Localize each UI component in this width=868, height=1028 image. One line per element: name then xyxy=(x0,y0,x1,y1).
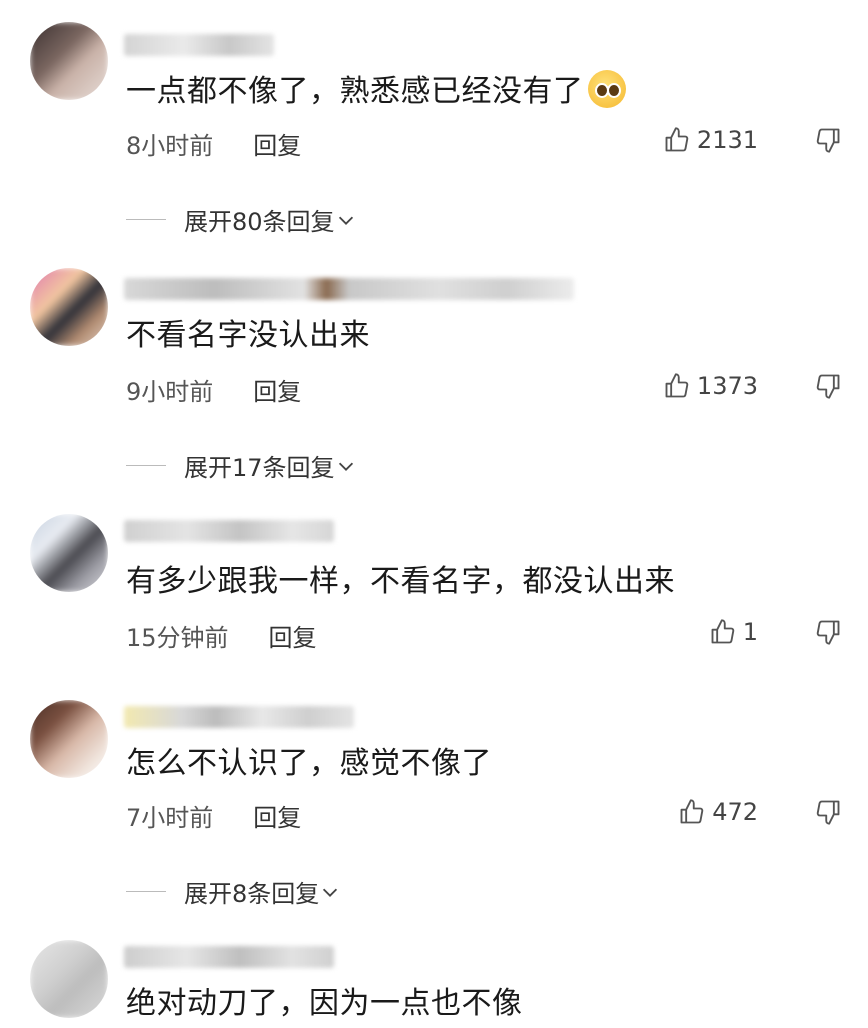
chevron-down-icon xyxy=(323,888,338,897)
expand-replies-button[interactable]: 展开17条回复 xyxy=(126,448,357,483)
divider-line xyxy=(126,465,166,466)
comment-meta: 7小时前 回复 xyxy=(126,798,301,833)
username-blurred[interactable] xyxy=(124,34,274,56)
like-count: 1 xyxy=(742,618,758,646)
expand-replies-label: 展开8条回复 xyxy=(184,880,320,908)
username-blurred[interactable] xyxy=(124,520,334,542)
timestamp: 15分钟前 xyxy=(126,624,229,652)
like-count: 472 xyxy=(712,798,758,826)
avatar[interactable] xyxy=(30,514,108,592)
like-count: 1373 xyxy=(696,372,758,400)
like-button[interactable]: 1373 xyxy=(663,372,758,400)
comment-text: 有多少跟我一样，不看名字，都没认出来 xyxy=(126,564,675,599)
expand-replies-button[interactable]: 展开80条回复 xyxy=(126,202,357,237)
comment-text: 不看名字没认出来 xyxy=(126,318,370,353)
avatar[interactable] xyxy=(30,700,108,778)
pleading-face-icon xyxy=(587,70,626,108)
reply-button[interactable]: 回复 xyxy=(269,618,317,653)
like-count: 2131 xyxy=(696,126,758,154)
like-button[interactable]: 2131 xyxy=(663,126,758,154)
chevron-down-icon xyxy=(338,462,353,471)
reply-button[interactable]: 回复 xyxy=(253,798,301,833)
comment-meta: 9小时前 回复 xyxy=(126,372,301,407)
comment-text: 怎么不认识了，感觉不像了 xyxy=(126,746,492,781)
expand-replies-button[interactable]: 展开8条回复 xyxy=(126,874,341,909)
reply-button[interactable]: 回复 xyxy=(253,126,301,161)
dislike-button[interactable] xyxy=(814,372,842,404)
like-button[interactable]: 1 xyxy=(709,618,758,646)
avatar[interactable] xyxy=(30,940,108,1018)
username-blurred[interactable] xyxy=(124,278,574,300)
thumbs-up-icon xyxy=(665,127,689,152)
username-blurred[interactable] xyxy=(124,706,354,728)
dislike-button[interactable] xyxy=(814,798,842,830)
expand-replies-label: 展开17条回复 xyxy=(184,454,335,482)
divider-line xyxy=(126,891,166,892)
avatar[interactable] xyxy=(30,268,108,346)
thumbs-down-icon xyxy=(816,800,840,825)
expand-replies-label: 展开80条回复 xyxy=(184,208,335,236)
reply-button[interactable]: 回复 xyxy=(253,372,301,407)
thumbs-down-icon xyxy=(816,128,840,153)
comment-meta: 15分钟前 回复 xyxy=(126,618,317,653)
thumbs-up-icon xyxy=(680,799,704,824)
thumbs-down-icon xyxy=(816,374,840,399)
comment-text: 绝对动刀了，因为一点也不像 xyxy=(126,986,523,1021)
thumbs-up-icon xyxy=(711,619,734,644)
dislike-button[interactable] xyxy=(814,126,842,158)
dislike-button[interactable] xyxy=(814,618,842,650)
chevron-down-icon xyxy=(338,216,353,225)
timestamp: 8小时前 xyxy=(126,132,214,160)
divider-line xyxy=(126,219,166,220)
username-blurred[interactable] xyxy=(124,946,334,968)
thumbs-up-icon xyxy=(665,373,689,398)
thumbs-down-icon xyxy=(816,620,840,645)
comment-text: 一点都不像了，熟悉感已经没有了 xyxy=(126,70,626,112)
timestamp: 9小时前 xyxy=(126,378,214,406)
comment-meta: 8小时前 回复 xyxy=(126,126,301,161)
timestamp: 7小时前 xyxy=(126,804,214,832)
avatar[interactable] xyxy=(30,22,108,100)
comment-text-content: 一点都不像了，熟悉感已经没有了 xyxy=(126,74,584,109)
like-button[interactable]: 472 xyxy=(678,798,758,826)
